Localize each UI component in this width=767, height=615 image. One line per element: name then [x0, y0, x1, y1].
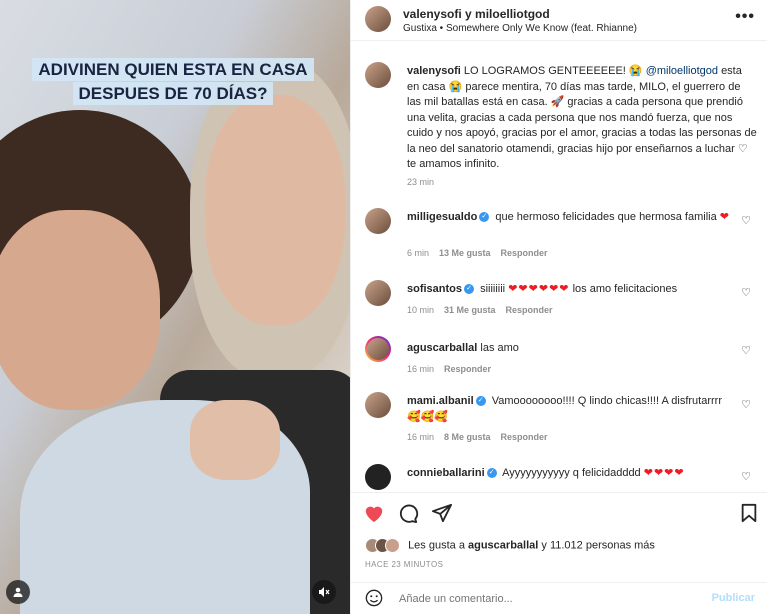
photo-region [190, 400, 280, 480]
comment-body: Ayyyyyyyyyyy q felicidadddd [502, 467, 641, 479]
post-timestamp[interactable]: HACE 23 MINUTOS [365, 560, 443, 569]
likes-rest[interactable]: y 11.012 personas más [541, 539, 655, 551]
comment-meta: 16 min 8 Me gusta Responder [407, 432, 548, 442]
likes-summary: Les gusta a aguscarballal y 11.012 perso… [365, 538, 655, 553]
caption-text: valenysofi LO LOGRAMOS GENTEEEEEE! 😭 @mi… [407, 64, 757, 173]
verified-badge-icon: ✓ [464, 284, 475, 295]
heart-emoji: ❤ [719, 211, 730, 223]
caption-line: DESPUES DE 70 DÍAS? [72, 81, 274, 105]
comment-body: los amo felicitaciones [572, 283, 678, 295]
share-icon[interactable] [431, 503, 453, 527]
comment-input[interactable] [397, 592, 661, 606]
caption-part: esta en casa 😭 parece mentira, 70 días m… [407, 65, 757, 170]
comment-text: milligesualdo ✓ que hermoso felicidades q… [407, 210, 731, 226]
comment-text: sofisantos ✓ siiiiiiii ❤❤❤❤❤❤ los amo fel… [407, 282, 731, 298]
photo-region [205, 95, 345, 325]
comment-meta: 16 min Responder [407, 364, 491, 374]
comment-time: 10 min [407, 305, 435, 315]
comment-text: mami.albanil ✓ Vamoooooooo!!!! Q lindo ch… [407, 394, 731, 425]
photo-region [0, 210, 160, 410]
heart-emoji: ❤❤❤❤❤❤ [508, 283, 570, 295]
bookmark-icon[interactable] [739, 503, 759, 527]
post-panel: valenysofi y miloelliotgod Gustixa • Som… [350, 0, 767, 614]
post-time: 23 min [407, 177, 434, 187]
mute-icon[interactable] [312, 580, 336, 604]
story-ring[interactable] [365, 336, 391, 362]
verified-badge-icon: ✓ [475, 396, 486, 407]
comment-time: 16 min [407, 432, 435, 442]
comment-username[interactable]: valenysofi [407, 65, 461, 77]
like-comment-icon[interactable]: ♡ [741, 214, 751, 227]
publish-button[interactable]: Publicar [712, 592, 755, 604]
reply-button[interactable]: Responder [506, 305, 553, 315]
more-options-icon[interactable]: ••• [735, 8, 755, 26]
comment-meta: 6 min 13 Me gusta Responder [407, 248, 548, 258]
avatar[interactable] [365, 280, 391, 306]
avatar [367, 338, 389, 360]
comment-username[interactable]: milligesualdo [407, 211, 477, 223]
like-comment-icon[interactable]: ♡ [741, 344, 751, 357]
comment-body: que hermoso felicidades que hermosa fami… [495, 211, 717, 223]
mention-link[interactable]: @miloelliotgod [646, 65, 718, 77]
comment-body: las amo [480, 342, 519, 354]
emoji-icon[interactable] [365, 589, 383, 612]
user-tag-icon[interactable] [6, 580, 30, 604]
comment-time: 6 min [407, 248, 430, 258]
heart-emoji: ❤❤❤❤ [643, 467, 685, 479]
post-author[interactable]: valenysofi y miloelliotgod [403, 7, 550, 21]
comment-body: siiiiiiii [480, 283, 506, 295]
post-time-text: 23 min [407, 177, 435, 187]
verified-badge-icon: ✓ [486, 468, 497, 479]
post-media[interactable]: ADIVINEN QUIEN ESTA EN CASA DESPUES DE 7… [0, 0, 350, 614]
comments-list[interactable]: valenysofi LO LOGRAMOS GENTEEEEEE! 😭 @mi… [351, 40, 767, 492]
caption-line: ADIVINEN QUIEN ESTA EN CASA [32, 58, 314, 81]
likes-prefix: Les gusta a [408, 539, 465, 552]
reply-button[interactable]: Responder [501, 248, 548, 258]
comment-icon[interactable] [397, 503, 419, 527]
avatar[interactable] [365, 208, 391, 234]
like-comment-icon[interactable]: ♡ [741, 398, 751, 411]
verified-badge-icon: ✓ [479, 212, 490, 223]
likes-user[interactable]: aguscarballal [468, 539, 538, 551]
reply-button[interactable]: Responder [501, 432, 548, 442]
comment-composer: Publicar [351, 582, 767, 615]
comment-username[interactable]: mami.albanil [407, 395, 474, 407]
post-header: valenysofi y miloelliotgod Gustixa • Som… [351, 0, 767, 41]
like-comment-icon[interactable]: ♡ [741, 286, 751, 299]
comment-username[interactable]: sofisantos [407, 283, 462, 295]
comment-username[interactable]: connieballarini [407, 467, 485, 479]
comment-time: 16 min [407, 364, 435, 374]
comment-text: connieballarini ✓ Ayyyyyyyyyyy q felicida… [407, 466, 731, 482]
avatar[interactable] [365, 392, 391, 418]
avatar[interactable] [365, 6, 391, 32]
action-bar [351, 492, 767, 533]
comment-text: aguscarballal las amo [407, 341, 731, 357]
comment-username[interactable]: aguscarballal [407, 342, 477, 354]
comment-likes[interactable]: 13 Me gusta [439, 248, 491, 258]
caption-part: LO LOGRAMOS GENTEEEEEE! 😭 [463, 65, 643, 77]
avatar [385, 538, 400, 553]
avatar[interactable] [365, 62, 391, 88]
media-caption: ADIVINEN QUIEN ESTA EN CASA DESPUES DE 7… [18, 58, 328, 106]
avatar[interactable] [365, 464, 391, 490]
heart-icon[interactable] [363, 503, 385, 527]
comment-likes[interactable]: 8 Me gusta [444, 432, 491, 442]
comment-meta: 10 min 31 Me gusta Responder [407, 305, 553, 315]
comment-likes[interactable]: 31 Me gusta [444, 305, 496, 315]
reply-button[interactable]: Responder [444, 364, 491, 374]
audio-track[interactable]: Gustixa • Somewhere Only We Know (feat. … [403, 23, 637, 34]
like-comment-icon[interactable]: ♡ [741, 470, 751, 483]
